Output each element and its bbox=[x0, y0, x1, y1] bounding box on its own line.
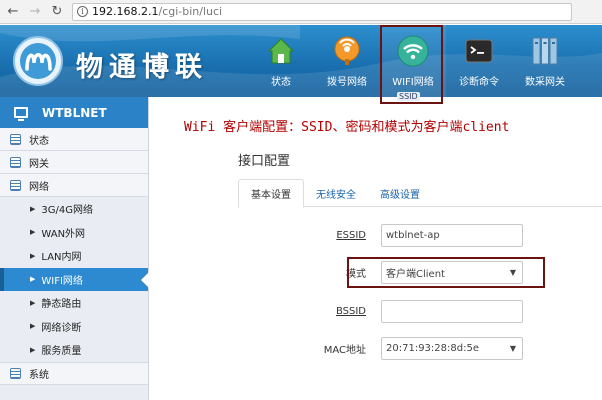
sidebar-subitem-static-route[interactable]: ▶ 静态路由 bbox=[0, 291, 148, 315]
top-menu: 状态 拨号网络 WIFI网络 诊断命令 数采网关 bbox=[248, 25, 578, 97]
sidebar-item-label: 状态 bbox=[29, 135, 49, 147]
mac-row: MAC地址 20:71:93:28:8d:5e ▼ bbox=[238, 336, 602, 360]
menu-gateway-label: 数采网关 bbox=[525, 77, 565, 88]
sidebar-subitem-label: LAN内网 bbox=[41, 252, 82, 264]
sidebar-subitem-lan[interactable]: ▶ LAN内网 bbox=[0, 244, 148, 268]
home-icon bbox=[267, 38, 295, 64]
menu-diagnostics[interactable]: 诊断命令 bbox=[446, 25, 512, 97]
mode-value: 客户端Client bbox=[386, 268, 445, 280]
url-host: 192.168.2.1 bbox=[92, 5, 159, 18]
forward-button[interactable]: → bbox=[26, 3, 44, 21]
sidebar-item-network[interactable]: 网络 bbox=[0, 174, 148, 197]
menu-diagnostics-label: 诊断命令 bbox=[459, 77, 499, 88]
sidebar-subitem-label: 网络诊断 bbox=[41, 322, 82, 334]
sidebar-subitem-3g4g[interactable]: ▶ 3G/4G网络 bbox=[0, 197, 148, 221]
list-icon bbox=[10, 367, 21, 379]
sidebar-subitem-label: 静态路由 bbox=[41, 299, 82, 311]
essid-row: ESSID wtblnet-ap bbox=[238, 223, 602, 247]
app-header: 物通博联 状态 拨号网络 WIFI网络 诊断命令 数采网关 bbox=[0, 25, 602, 97]
caret-right-icon: ▶ bbox=[30, 275, 36, 284]
tab-advanced-settings[interactable]: 高级设置 bbox=[368, 179, 432, 207]
sidebar-header: WTBLNET bbox=[0, 97, 148, 128]
list-icon bbox=[10, 156, 21, 168]
sidebar: WTBLNET 状态 网关 网络 ▶ 3G/4G网络 ▶ WAN外网 ▶ LAN… bbox=[0, 97, 149, 400]
bssid-label: BSSID bbox=[335, 305, 366, 317]
menu-gateway[interactable]: 数采网关 bbox=[512, 25, 578, 97]
terminal-icon bbox=[465, 39, 493, 63]
menu-status-label: 状态 bbox=[271, 77, 291, 88]
main-content: WiFi 客户端配置：SSID、密码和模式为客户端client 接口配置 基本设… bbox=[150, 97, 602, 400]
mode-label: 模式 bbox=[346, 268, 366, 280]
essid-input[interactable]: wtblnet-ap bbox=[381, 223, 523, 247]
bssid-row: BSSID bbox=[238, 299, 602, 323]
brand-logo-icon bbox=[13, 36, 63, 86]
sidebar-item-label: 系统 bbox=[29, 369, 49, 381]
brand-name: 物通博联 bbox=[76, 52, 208, 83]
sidebar-subitem-label: WAN外网 bbox=[41, 228, 86, 240]
dropdown-arrow-icon: ▼ bbox=[509, 343, 516, 353]
address-bar[interactable]: i 192.168.2.1 /cgi-bin/luci bbox=[72, 2, 572, 21]
page-title: 接口配置 bbox=[238, 154, 291, 169]
back-button[interactable]: ← bbox=[4, 3, 22, 21]
mode-select[interactable]: 客户端Client ▼ bbox=[381, 260, 523, 284]
gateway-icon bbox=[532, 37, 558, 65]
sidebar-item-system[interactable]: 系统 bbox=[0, 361, 148, 385]
mac-select[interactable]: 20:71:93:28:8d:5e ▼ bbox=[381, 336, 523, 360]
mode-row: 模式 客户端Client ▼ bbox=[238, 260, 602, 284]
caret-right-icon: ▶ bbox=[30, 251, 36, 260]
caret-right-icon: ▶ bbox=[30, 345, 36, 354]
sidebar-subitem-label: 3G/4G网络 bbox=[41, 205, 93, 217]
info-icon[interactable]: i bbox=[77, 6, 88, 17]
menu-wifi-label: WIFI网络 bbox=[392, 77, 434, 88]
sidebar-item-gateway[interactable]: 网关 bbox=[0, 151, 148, 174]
sidebar-subitem-wifi[interactable]: ▶ WIFI网络 bbox=[0, 267, 149, 291]
tab-wireless-security[interactable]: 无线安全 bbox=[304, 179, 368, 207]
monitor-icon bbox=[14, 107, 28, 121]
caret-right-icon: ▶ bbox=[30, 298, 36, 307]
caret-right-icon: ▶ bbox=[30, 204, 36, 213]
sidebar-item-label: 网络 bbox=[29, 181, 49, 193]
dropdown-arrow-icon: ▼ bbox=[509, 267, 516, 277]
essid-value: wtblnet-ap bbox=[386, 229, 440, 241]
menu-dialup[interactable]: 拨号网络 bbox=[314, 25, 380, 97]
sidebar-subitem-wan[interactable]: ▶ WAN外网 bbox=[0, 221, 148, 245]
list-icon bbox=[10, 179, 21, 191]
active-indicator bbox=[0, 267, 4, 291]
mac-value: 20:71:93:28:8d:5e bbox=[386, 342, 479, 354]
caret-right-icon: ▶ bbox=[30, 228, 36, 237]
sidebar-subitem-qos[interactable]: ▶ 服务质量 bbox=[0, 338, 148, 362]
sidebar-subitem-label: WIFI网络 bbox=[41, 275, 83, 287]
menu-dialup-label: 拨号网络 bbox=[327, 77, 367, 88]
dialup-icon bbox=[334, 36, 360, 65]
sidebar-title: WTBLNET bbox=[42, 105, 107, 120]
sidebar-item-status[interactable]: 状态 bbox=[0, 128, 148, 151]
mac-label: MAC地址 bbox=[323, 344, 366, 356]
menu-status[interactable]: 状态 bbox=[248, 25, 314, 97]
url-path: /cgi-bin/luci bbox=[158, 5, 223, 18]
list-icon bbox=[10, 133, 21, 145]
caret-right-icon: ▶ bbox=[30, 322, 36, 331]
reload-button[interactable]: ↻ bbox=[48, 3, 66, 21]
sidebar-subitem-label: 服务质量 bbox=[41, 346, 82, 358]
tab-basic-settings[interactable]: 基本设置 bbox=[238, 179, 304, 208]
browser-toolbar: ← → ↻ i 192.168.2.1 /cgi-bin/luci bbox=[0, 0, 602, 24]
wifi-icon bbox=[397, 35, 429, 67]
annotation-caption: WiFi 客户端配置：SSID、密码和模式为客户端client bbox=[184, 120, 510, 135]
sidebar-subitem-net-diag[interactable]: ▶ 网络诊断 bbox=[0, 315, 148, 339]
menu-wifi[interactable]: WIFI网络 bbox=[380, 25, 446, 97]
essid-label: ESSID bbox=[336, 229, 366, 241]
bssid-input[interactable] bbox=[381, 299, 523, 323]
config-tabs: 基本设置 无线安全 高级设置 bbox=[238, 179, 602, 208]
sidebar-item-label: 网关 bbox=[29, 158, 49, 170]
